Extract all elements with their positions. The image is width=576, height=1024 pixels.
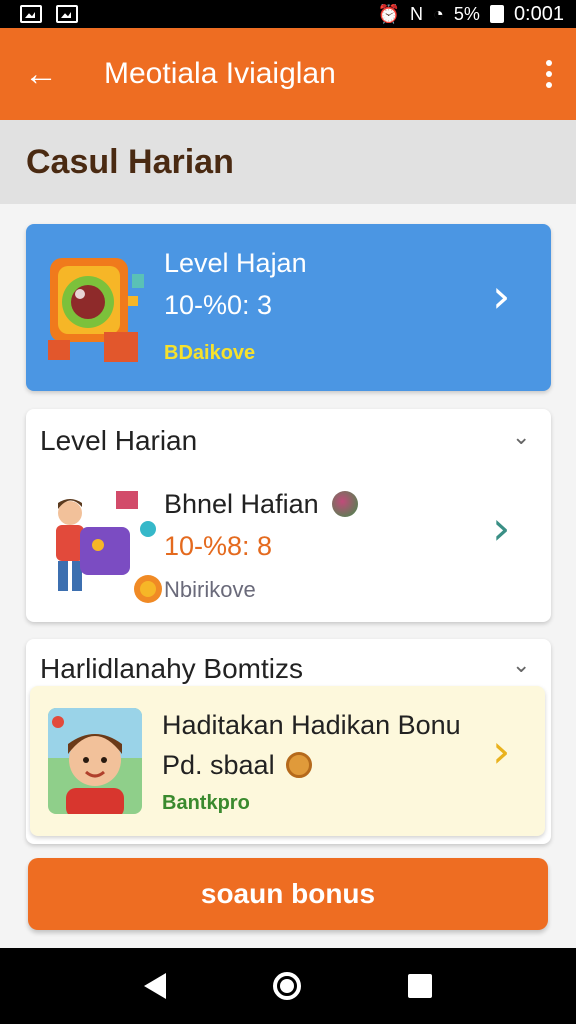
section-title: Casul Harian xyxy=(26,142,234,181)
status-notifications xyxy=(20,5,78,23)
status-indicators: ⏰ N ◔ 5% 0:001 xyxy=(378,3,564,26)
battery-percent: 5% xyxy=(453,3,480,24)
status-time: 0:001 xyxy=(513,2,564,25)
image-notification-icon xyxy=(56,5,78,23)
coin-icon xyxy=(286,752,312,778)
status-bar: ⏰ N ◔ 5% 0:001 xyxy=(0,0,576,28)
level-harian-illustration xyxy=(56,491,162,603)
chevron-right-icon: › xyxy=(492,724,511,778)
alarm-icon: ⏰ xyxy=(377,3,401,24)
level-card-value: 10-%0: 3 xyxy=(164,290,273,320)
nav-home-icon[interactable] xyxy=(272,972,301,1000)
section-header: Casul Harian xyxy=(0,120,576,204)
chevron-down-icon[interactable]: ⌄ xyxy=(512,653,530,678)
nav-recents-icon[interactable] xyxy=(408,974,433,998)
app-bar: ← Meotiala Iviaiglan xyxy=(0,28,576,120)
level-harian-item-title: Bhnel Hafian xyxy=(164,489,319,519)
level-card-title: Level Hajan xyxy=(164,248,307,278)
more-options-icon[interactable] xyxy=(540,56,558,92)
bonus-button[interactable]: soaun bonus xyxy=(28,858,548,930)
level-harian-card: Level Harian ⌄ Bhnel Hafian 10-%8: 8 Nbi… xyxy=(26,409,551,622)
bonus-item-tag: Bantkpro xyxy=(162,792,250,814)
bonus-section-header: Harlidlanahy Bomtizs xyxy=(40,653,303,684)
level-card-tag: BDaikove xyxy=(164,342,256,364)
nfc-icon: N xyxy=(410,3,424,24)
nav-back-icon[interactable] xyxy=(143,973,166,999)
level-harian-header: Level Harian xyxy=(40,425,198,456)
level-harian-item-value: 10-%8: 8 xyxy=(164,531,273,561)
wifi-icon: ◔ xyxy=(433,3,444,24)
chevron-right-icon[interactable]: › xyxy=(492,505,510,551)
battery-icon xyxy=(489,5,504,23)
chevron-down-icon[interactable]: ⌄ xyxy=(512,425,530,450)
navigation-bar xyxy=(0,948,576,1024)
gallery-notification-icon xyxy=(20,5,42,23)
bonus-item-subtitle: Pd. sbaal xyxy=(162,750,275,780)
bonus-item-title: Haditakan Hadikan Bonu xyxy=(162,710,461,740)
level-harian-item-tag: Nbirikove xyxy=(164,577,256,602)
bonus-avatar xyxy=(48,708,142,814)
level-card[interactable]: Level Hajan 10-%0: 3 BDaikove › xyxy=(26,224,551,391)
app-title: Meotiala Iviaiglan xyxy=(104,57,336,90)
bonus-item-card[interactable]: Haditakan Hadikan Bonu Pd. sbaal Bantkpr… xyxy=(30,686,545,836)
back-arrow-icon[interactable]: ← xyxy=(24,57,60,91)
level-game-illustration xyxy=(48,258,144,362)
chevron-right-icon: › xyxy=(492,269,511,323)
gem-icon xyxy=(332,491,358,517)
